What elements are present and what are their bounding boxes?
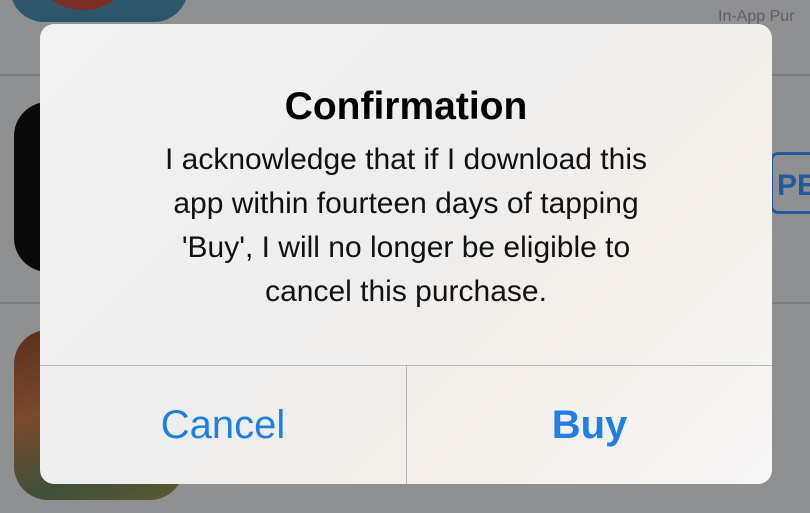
confirmation-alert: Confirmation I acknowledge that if I dow… (40, 24, 772, 484)
alert-message: I acknowledge that if I download this ap… (80, 138, 732, 314)
alert-message-line: 'Buy', I will no longer be eligible to (181, 231, 631, 264)
alert-message-line: cancel this purchase. (265, 275, 547, 308)
app-icon (10, 0, 188, 22)
buy-button[interactable]: Buy (407, 366, 772, 484)
alert-message-line: I acknowledge that if I download this (165, 143, 647, 176)
cancel-button[interactable]: Cancel (40, 366, 406, 484)
app-store-screen: In-App Pur PE Confirmation I acknowledge… (0, 0, 810, 513)
alert-body: Confirmation I acknowledge that if I dow… (40, 24, 772, 366)
get-app-button[interactable]: PE (770, 152, 810, 214)
alert-message-line: app within fourteen days of tapping (173, 187, 639, 220)
alert-title: Confirmation (284, 85, 528, 128)
app-icon-art (28, 0, 138, 10)
